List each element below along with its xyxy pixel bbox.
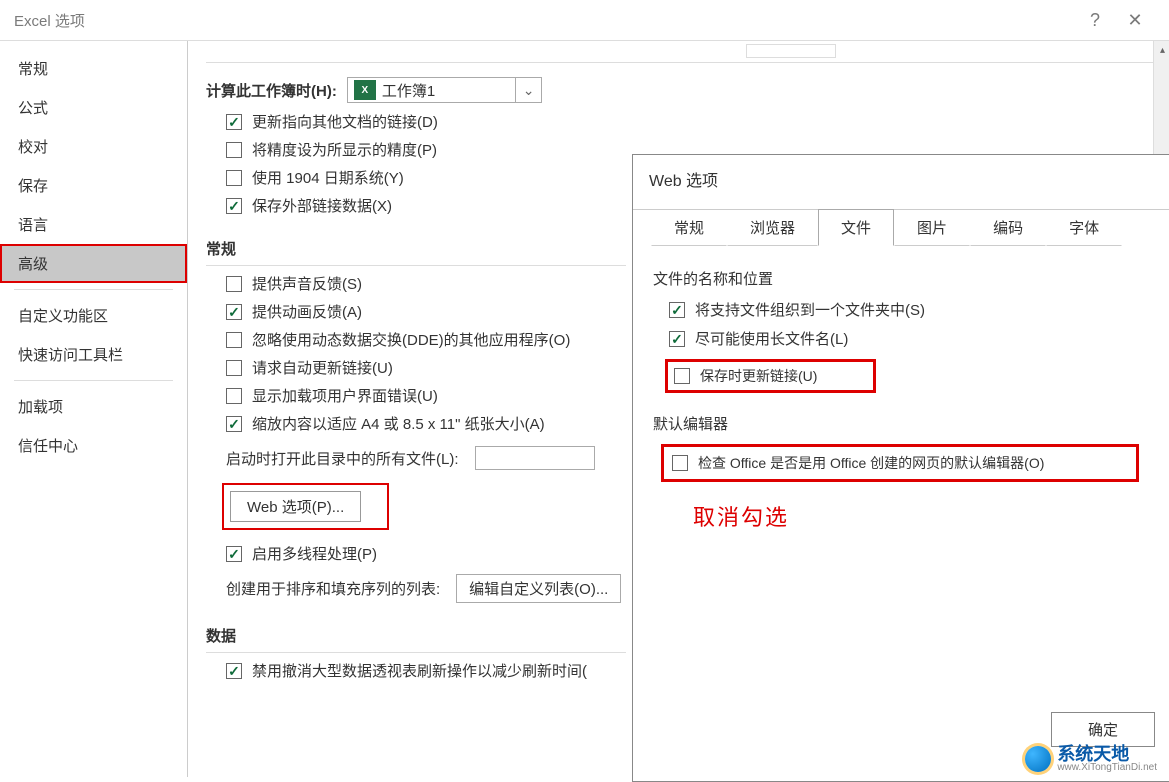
opt-label: 缩放内容以适应 A4 或 8.5 x 11" 纸张大小(A) (252, 413, 545, 434)
opt-label: 使用 1904 日期系统(Y) (252, 167, 404, 188)
opt-label: 显示加载项用户界面错误(U) (252, 385, 438, 406)
web-dialog-tabs: 常规 浏览器 文件 图片 编码 字体 (633, 209, 1169, 246)
scroll-up-icon[interactable]: ▴ (1154, 41, 1169, 59)
sidebar-item-language[interactable]: 语言 (0, 205, 187, 244)
web-options-button[interactable]: Web 选项(P)... (230, 491, 361, 522)
opt-update-links[interactable]: 更新指向其他文档的链接(D) (226, 111, 1155, 132)
excel-icon: X (354, 80, 376, 100)
web-dialog-title: Web 选项 (633, 155, 1169, 210)
opt-label: 尽可能使用长文件名(L) (695, 328, 848, 349)
highlight-update-links-on-save: 保存时更新链接(U) (665, 359, 876, 393)
ok-button[interactable]: 确定 (1051, 712, 1155, 747)
group-default-editor: 默认编辑器 (653, 413, 1151, 434)
checkbox-icon[interactable] (226, 546, 242, 562)
startup-dir-input[interactable] (475, 446, 595, 470)
workbook-name: 工作簿1 (382, 80, 515, 101)
sidebar-item-customize-ribbon[interactable]: 自定义功能区 (0, 296, 187, 335)
sidebar-item-trust-center[interactable]: 信任中心 (0, 426, 187, 465)
checkbox-icon[interactable] (226, 304, 242, 320)
tab-fonts[interactable]: 字体 (1046, 209, 1122, 246)
sidebar: 常规 公式 校对 保存 语言 高级 自定义功能区 快速访问工具栏 加载项 信任中… (0, 41, 188, 777)
annotation-text: 取消勾选 (693, 500, 1151, 532)
checkbox-icon[interactable] (226, 170, 242, 186)
opt-label: 禁用撤消大型数据透视表刷新操作以减少刷新时间( (252, 660, 587, 681)
tab-encoding[interactable]: 编码 (970, 209, 1046, 246)
tab-files[interactable]: 文件 (818, 209, 894, 246)
checkbox-icon[interactable] (226, 388, 242, 404)
sidebar-item-formulas[interactable]: 公式 (0, 88, 187, 127)
checkbox-icon[interactable] (226, 332, 242, 348)
titlebar: Excel 选项 ? ✕ (0, 0, 1169, 40)
checkbox-icon[interactable] (669, 331, 685, 347)
faded-control (746, 44, 836, 58)
edit-lists-button[interactable]: 编辑自定义列表(O)... (456, 574, 621, 603)
close-icon[interactable]: ✕ (1115, 5, 1155, 35)
opt-label: 启用多线程处理(P) (252, 543, 377, 564)
data-header: 数据 (206, 617, 626, 653)
checkbox-icon[interactable] (226, 114, 242, 130)
opt-organize-folder[interactable]: 将支持文件组织到一个文件夹中(S) (669, 299, 1151, 320)
calc-workbook-label: 计算此工作簿时(H): (206, 80, 337, 101)
sidebar-item-quick-access[interactable]: 快速访问工具栏 (0, 335, 187, 374)
sidebar-item-advanced[interactable]: 高级 (0, 244, 187, 283)
checkbox-icon[interactable] (226, 276, 242, 292)
sidebar-item-save[interactable]: 保存 (0, 166, 187, 205)
sidebar-separator (14, 380, 173, 381)
checkbox-icon[interactable] (226, 416, 242, 432)
opt-label: 更新指向其他文档的链接(D) (252, 111, 438, 132)
opt-label: 保存时更新链接(U) (700, 366, 817, 386)
general-header: 常规 (206, 230, 626, 266)
tab-general[interactable]: 常规 (651, 209, 727, 246)
checkbox-icon[interactable] (672, 455, 688, 471)
web-options-dialog: Web 选项 常规 浏览器 文件 图片 编码 字体 文件的名称和位置 将支持文件… (632, 154, 1169, 782)
opt-label: 忽略使用动态数据交换(DDE)的其他应用程序(O) (252, 329, 570, 350)
opt-label: 提供动画反馈(A) (252, 301, 362, 322)
checkbox-icon[interactable] (226, 360, 242, 376)
workbook-select[interactable]: X 工作簿1 ⌄ (347, 77, 542, 103)
custom-lists-label: 创建用于排序和填充序列的列表: (226, 578, 440, 599)
help-icon[interactable]: ? (1075, 5, 1115, 35)
opt-label: 检查 Office 是否是用 Office 创建的网页的默认编辑器(O) (698, 453, 1044, 473)
opt-label: 提供声音反馈(S) (252, 273, 362, 294)
opt-long-filenames[interactable]: 尽可能使用长文件名(L) (669, 328, 1151, 349)
window-title: Excel 选项 (14, 10, 85, 31)
opt-label: 请求自动更新链接(U) (252, 357, 393, 378)
checkbox-icon[interactable] (226, 663, 242, 679)
group-file-name-location: 文件的名称和位置 (653, 268, 1151, 289)
startup-dir-label: 启动时打开此目录中的所有文件(L): (226, 448, 459, 469)
opt-label: 将支持文件组织到一个文件夹中(S) (695, 299, 925, 320)
sidebar-item-addins[interactable]: 加载项 (0, 387, 187, 426)
sidebar-item-proofing[interactable]: 校对 (0, 127, 187, 166)
scroll-cutoff (206, 41, 1155, 63)
sidebar-separator (14, 289, 173, 290)
checkbox-icon[interactable] (226, 142, 242, 158)
checkbox-icon[interactable] (226, 198, 242, 214)
tab-browsers[interactable]: 浏览器 (727, 209, 818, 246)
chevron-down-icon[interactable]: ⌄ (515, 78, 541, 102)
checkbox-icon[interactable] (674, 368, 690, 384)
sidebar-item-general[interactable]: 常规 (0, 49, 187, 88)
opt-label: 将精度设为所显示的精度(P) (252, 139, 437, 160)
web-options-highlight: Web 选项(P)... (222, 483, 389, 530)
tab-pictures[interactable]: 图片 (894, 209, 970, 246)
checkbox-icon[interactable] (669, 302, 685, 318)
opt-label: 保存外部链接数据(X) (252, 195, 392, 216)
highlight-default-editor: 检查 Office 是否是用 Office 创建的网页的默认编辑器(O) (661, 444, 1139, 482)
